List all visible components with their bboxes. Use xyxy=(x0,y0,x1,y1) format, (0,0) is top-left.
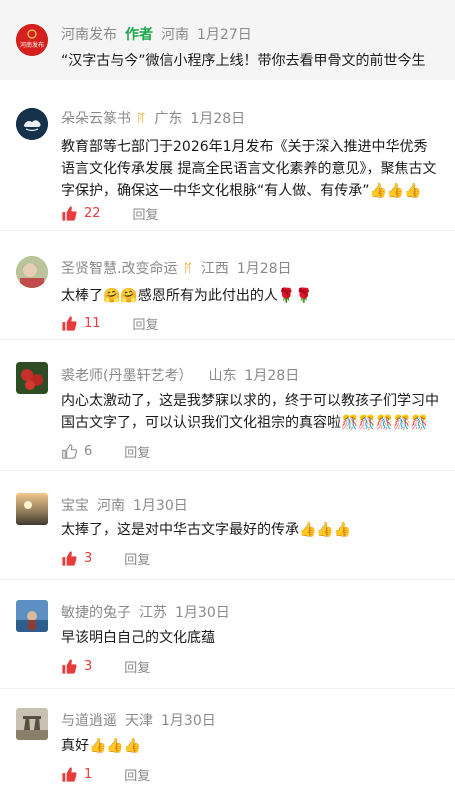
comment-name-row: 朵朵云篆书 ꊮ 广东 1月28日 xyxy=(61,108,253,128)
date: 1月30日 xyxy=(175,605,230,621)
reply-button[interactable]: 回复 xyxy=(124,765,150,784)
date: 1月30日 xyxy=(133,498,188,514)
avatar[interactable] xyxy=(16,256,48,288)
like-count: 6 xyxy=(84,444,93,459)
date: 1月27日 xyxy=(197,27,252,43)
comment-text: “汉字古与今”微信小程序上线！带你去看甲骨文的前世今生 xyxy=(61,53,426,69)
location: 天津 xyxy=(125,713,153,729)
comment-text: 太捧了，这是对中华古文字最好的传承👍👍👍 xyxy=(61,522,352,538)
like-button[interactable]: 1 xyxy=(61,766,92,783)
thumbs-up-filled-icon xyxy=(62,767,77,782)
commenter-name[interactable]: 敏捷的兔子 xyxy=(61,605,131,621)
author-tag: 作者 xyxy=(125,27,153,43)
date: 1月28日 xyxy=(236,261,292,277)
reply-button[interactable]: 回复 xyxy=(124,442,150,461)
avatar[interactable] xyxy=(16,493,48,525)
location: 广东 xyxy=(154,111,183,127)
comment-actions: 11 回复 xyxy=(61,314,159,333)
comment-item: 裘老师(丹墨轩艺考） 山东 1月28日 内心太激动了，这是我梦寐以求的，终于可以教孩… xyxy=(0,340,455,470)
comment-name-row: 宝宝 河南 1月30日 xyxy=(61,495,196,515)
avatar-logo-text: 河南发布 xyxy=(20,41,44,49)
reply-button[interactable]: 回复 xyxy=(124,657,150,676)
commenter-name[interactable]: 裘老师(丹墨轩艺考） xyxy=(61,368,192,384)
comment-item: 与道逍遥 天津 1月30日 真好👍👍👍 1 回复 xyxy=(0,689,455,797)
comment-text: 太棒了🤗🤗感恩所有为此付出的人🌹🌹 xyxy=(61,288,313,304)
pinned-name-row: 河南发布 作者 河南 1月27日 xyxy=(61,24,260,44)
like-count: 22 xyxy=(84,206,101,221)
thumbs-up-filled-icon xyxy=(62,206,77,221)
comment-actions: 22 回复 xyxy=(61,204,159,223)
avatar[interactable] xyxy=(16,362,48,394)
comment-item: 朵朵云篆书 ꊮ 广东 1月28日 教育部等七部门于2026年1月发布《关于深入推进中华… xyxy=(0,80,455,230)
location: 河南 xyxy=(97,498,125,514)
comment-text: 教育部等七部门于2026年1月发布《关于深入推进中华优秀语言文化传承发展 提高全… xyxy=(61,139,437,199)
thumbs-up-filled-icon xyxy=(62,659,77,674)
comment-item: 宝宝 河南 1月30日 太捧了，这是对中华古文字最好的传承👍👍👍 3 回复 xyxy=(0,471,455,579)
reply-button[interactable]: 回复 xyxy=(133,204,159,223)
like-count: 11 xyxy=(84,316,101,331)
comment-actions: 6 回复 xyxy=(61,442,150,461)
comment-name-row: 圣贤智慧.改变命运 ꊮ 江西 1月28日 xyxy=(61,258,300,278)
avatar[interactable] xyxy=(16,600,48,632)
comment-text: 早该明白自己的文化底蕴 xyxy=(61,630,215,646)
author-name[interactable]: 河南发布 xyxy=(61,27,117,43)
like-button[interactable]: 3 xyxy=(61,550,92,567)
date: 1月28日 xyxy=(244,368,300,384)
avatar[interactable]: 河南发布 xyxy=(16,24,48,56)
comment-name-row: 与道逍遥 天津 1月30日 xyxy=(61,710,224,730)
like-button[interactable]: 3 xyxy=(61,658,92,675)
thumbs-up-outline-icon xyxy=(62,444,78,459)
thumbs-up-filled-icon xyxy=(62,551,77,566)
comment-text: 内心太激动了，这是我梦寐以求的，终于可以教孩子们学习中国古文字了，可以认识我们文… xyxy=(61,393,439,431)
comment-item: 敏捷的兔子 江苏 1月30日 早该明白自己的文化底蕴 3 回复 xyxy=(0,580,455,688)
like-count: 1 xyxy=(84,767,93,782)
like-count: 3 xyxy=(84,551,93,566)
reply-button[interactable]: 回复 xyxy=(133,314,159,333)
location: 江苏 xyxy=(139,605,167,621)
like-button[interactable]: 6 xyxy=(61,443,92,460)
comment-actions: 1 回复 xyxy=(61,765,150,784)
like-button[interactable]: 22 xyxy=(61,205,101,222)
location: 江西 xyxy=(200,261,229,277)
like-button[interactable]: 11 xyxy=(61,315,101,332)
like-count: 3 xyxy=(84,659,93,674)
date: 1月30日 xyxy=(161,713,216,729)
pinned-author-comment: 河南发布 河南发布 作者 河南 1月27日 “汉字古与今”微信小程序上线！带你去看甲骨… xyxy=(0,0,455,80)
date: 1月28日 xyxy=(190,111,246,127)
location: 山东 xyxy=(208,368,237,384)
vip-badge-icon: ꊮ xyxy=(183,262,193,276)
commenter-name[interactable]: 宝宝 xyxy=(61,498,89,514)
commenter-name[interactable]: 与道逍遥 xyxy=(61,713,117,729)
reply-button[interactable]: 回复 xyxy=(124,549,150,568)
location: 河南 xyxy=(161,27,189,43)
vip-badge-icon: ꊮ xyxy=(137,112,147,126)
comment-item: 圣贤智慧.改变命运 ꊮ 江西 1月28日 太棒了🤗🤗感恩所有为此付出的人🌹🌹 11 回… xyxy=(0,231,455,339)
comment-actions: 3 回复 xyxy=(61,549,150,568)
thumbs-up-filled-icon xyxy=(62,316,77,331)
comment-text: 真好👍👍👍 xyxy=(61,738,142,754)
comment-name-row: 敏捷的兔子 江苏 1月30日 xyxy=(61,602,238,622)
commenter-name[interactable]: 朵朵云篆书 xyxy=(61,111,131,127)
avatar[interactable] xyxy=(16,108,48,140)
avatar[interactable] xyxy=(16,708,48,740)
commenter-name[interactable]: 圣贤智慧.改变命运 xyxy=(61,261,177,277)
comment-actions: 3 回复 xyxy=(61,657,150,676)
comment-name-row: 裘老师(丹墨轩艺考） 山东 1月28日 xyxy=(61,365,307,385)
